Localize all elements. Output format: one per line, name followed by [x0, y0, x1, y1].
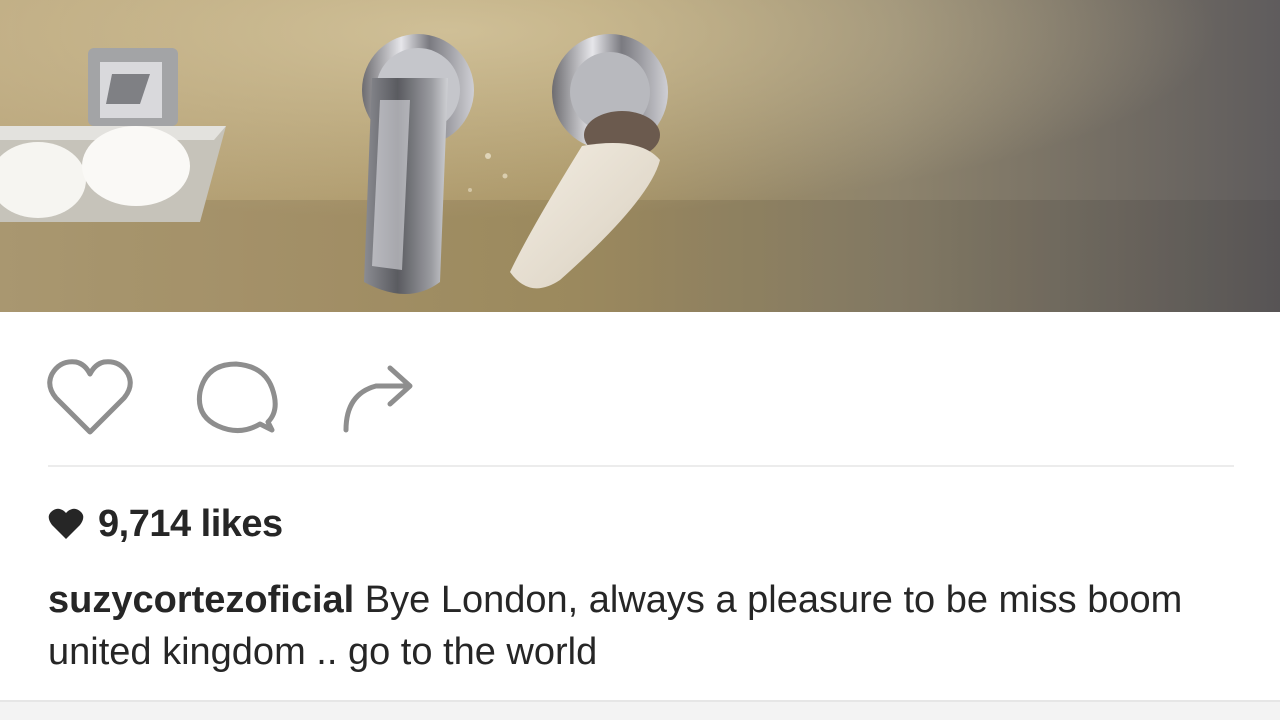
comment-button[interactable]: [188, 352, 284, 448]
action-bar: [0, 330, 1280, 440]
speech-bubble-icon: [196, 361, 278, 433]
bathroom-faucet-image: [0, 0, 1280, 312]
post-caption: suzycortezoficial Bye London, always a p…: [48, 574, 1238, 678]
divider: [48, 465, 1234, 467]
share-arrow-icon: [343, 365, 413, 433]
bottom-bar: [0, 700, 1280, 720]
like-button[interactable]: [42, 352, 138, 448]
heart-outline-icon: [47, 359, 133, 435]
heart-filled-icon: [48, 508, 84, 539]
post-photo[interactable]: [0, 0, 1280, 312]
likes-count: 9,714 likes: [98, 502, 283, 545]
username-link[interactable]: suzycortezoficial: [48, 579, 354, 621]
likes-row[interactable]: 9,714 likes: [48, 500, 283, 548]
share-button[interactable]: [332, 352, 428, 448]
instagram-post: 9,714 likes suzycortezoficial Bye London…: [0, 0, 1280, 720]
